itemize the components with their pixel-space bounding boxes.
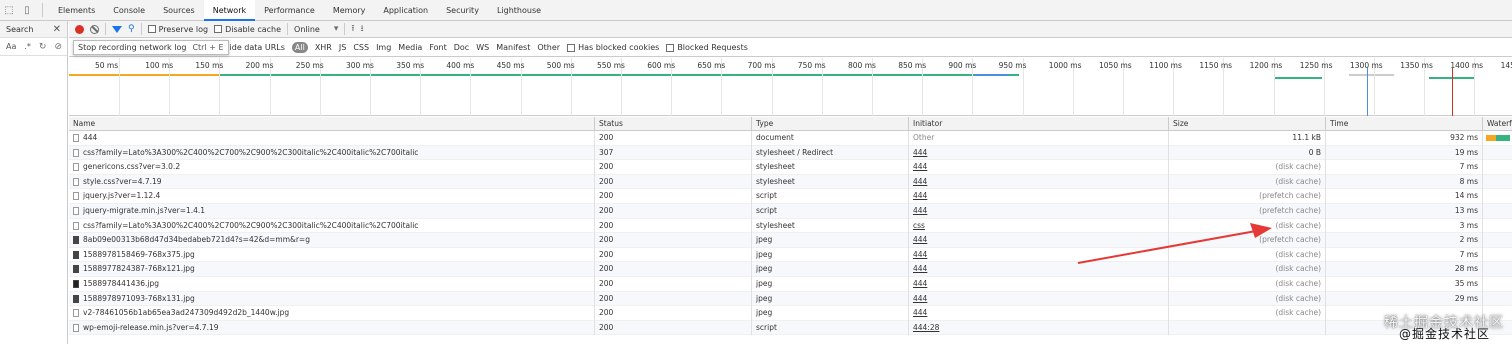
arrow-shaft (1077, 230, 1257, 264)
arrow-head (1250, 223, 1272, 238)
watermark-2: @掘金技术社区 (1398, 327, 1490, 341)
annotation-arrow (1077, 223, 1272, 264)
